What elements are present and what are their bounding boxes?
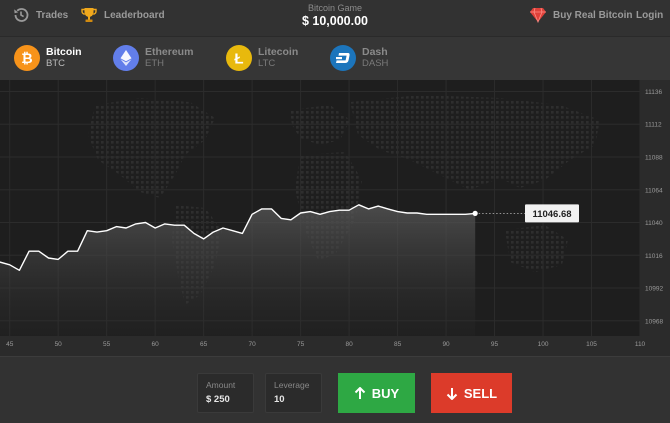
top-bar: Trades Leaderboard Bitcoin Game $ 10,000… [0,0,670,36]
dash-icon [330,45,356,71]
amount-value: $ 250 [206,394,230,405]
coin-tab-dash[interactable]: Dash DASH [330,45,388,71]
price-chart[interactable]: 11136 11112 11088 11064 11040 11016 10992 10968… [0,80,670,356]
buy-button[interactable]: BUY [338,373,415,413]
leverage-value: 10 [274,394,285,405]
coin-name: Dash [362,46,388,58]
coin-name: Bitcoin [46,46,82,58]
y-tick-label: 11040 [645,220,663,227]
buy-real-bitcoin-label: Buy Real Bitcoin [553,9,633,21]
y-tick-label: 11088 [645,154,663,161]
gem-icon [530,7,546,23]
arrow-up-icon [354,386,365,399]
coin-symbol: DASH [362,58,389,69]
x-tick-label: 110 [635,341,646,348]
coin-symbol: ETH [145,58,164,69]
coin-tab-bitcoin[interactable]: ₿ Bitcoin BTC [14,45,82,71]
x-tick-label: 70 [249,341,257,348]
coin-symbol: BTC [46,58,65,69]
coin-tab-ethereum[interactable]: Ethereum ETH [113,45,193,71]
x-tick-label: 75 [297,341,305,348]
arrow-down-icon [446,387,458,400]
x-tick-label: 105 [586,341,597,348]
amount-field[interactable]: Amount $ 250 [197,373,254,413]
trade-controls: Amount $ 250 Leverage 10 BUY SELL [0,356,670,423]
x-tick-label: 55 [103,341,111,348]
leverage-field[interactable]: Leverage 10 [265,373,322,413]
x-tick-label: 85 [394,341,402,348]
coin-name: Ethereum [145,46,194,58]
y-tick-label: 10968 [645,318,663,325]
svg-text:Ł: Ł [234,51,243,67]
coin-tab-litecoin[interactable]: Ł Litecoin LTC [226,45,298,71]
current-price-dot [472,210,478,216]
x-tick-label: 95 [491,341,499,348]
x-tick-label: 60 [152,341,160,348]
x-tick-label: 80 [345,341,353,348]
y-tick-label: 10992 [645,286,663,293]
y-tick-label: 11064 [645,187,663,194]
x-tick-label: 65 [200,341,208,348]
coin-symbol: LTC [258,58,276,69]
y-tick-label: 11136 [645,89,662,96]
login-link[interactable]: Login [636,0,663,30]
buy-label: BUY [371,385,400,401]
svg-text:₿: ₿ [21,50,32,66]
y-tick-label: 11112 [645,122,662,129]
sell-label: SELL [463,385,498,401]
bitcoin-icon: ₿ [14,45,40,71]
login-label: Login [636,9,664,21]
coin-selector: ₿ Bitcoin BTC Ethereum ETH Ł Litecoin LT… [0,36,670,80]
price-chart-svg: 11136 11112 11088 11064 11040 11016 10992 10968… [0,80,670,356]
current-price-label: 11046.68 [532,209,571,220]
x-tick-label: 50 [55,341,63,348]
buy-real-bitcoin-link[interactable]: Buy Real Bitcoin [529,0,632,30]
x-tick-label: 45 [6,341,14,348]
leverage-label: Leverage [274,380,310,390]
coin-name: Litecoin [258,46,299,58]
y-tick-label: 11016 [645,253,663,260]
amount-label: Amount [206,380,236,390]
litecoin-icon: Ł [226,45,252,71]
x-tick-label: 100 [538,341,549,348]
sell-button[interactable]: SELL [431,373,512,413]
x-tick-label: 90 [442,341,450,348]
ethereum-icon [113,45,139,71]
